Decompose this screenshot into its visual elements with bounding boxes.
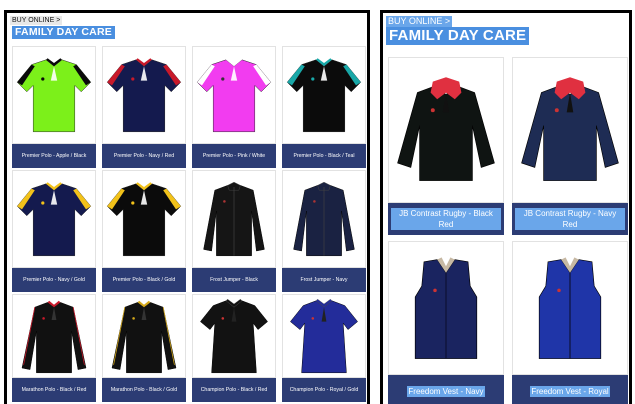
breadcrumb-buy-online[interactable]: BUY ONLINE > (386, 16, 453, 27)
product-image[interactable] (512, 57, 628, 203)
ladies-polo-icon (290, 298, 358, 374)
product-card[interactable]: Frost Jumper - Navy (282, 170, 366, 292)
product-image[interactable] (282, 294, 366, 378)
product-image[interactable] (282, 170, 366, 268)
product-image[interactable] (12, 170, 96, 268)
product-image[interactable] (102, 46, 186, 144)
vest-icon (414, 257, 478, 359)
product-label-text: JB Contrast Rugby - Navy Red (515, 208, 625, 230)
polo-shirt-icon (196, 58, 272, 133)
product-card[interactable]: Marathon Polo - Black / Gold (102, 294, 186, 402)
rugby-top-icon (397, 77, 495, 181)
product-label[interactable]: Premier Polo - Pink / White (192, 144, 276, 168)
polo-shirt-icon (106, 58, 182, 133)
product-image[interactable] (192, 294, 276, 378)
product-image[interactable] (512, 241, 628, 375)
product-label[interactable]: Premier Polo - Black / Gold (102, 268, 186, 292)
product-card[interactable]: Champion Polo - Black / Red (192, 294, 276, 402)
product-image[interactable] (282, 46, 366, 144)
polo-shirt-icon (16, 182, 92, 257)
product-card[interactable]: Premier Polo - Black / Teal (282, 46, 366, 168)
product-card[interactable]: Premier Polo - Black / Gold (102, 170, 186, 292)
product-card[interactable]: Premier Polo - Navy / Red (102, 46, 186, 168)
product-image[interactable] (388, 241, 504, 375)
jumper-icon (293, 181, 355, 257)
rugby-top-icon (521, 77, 619, 181)
product-card[interactable]: JB Contrast Rugby - Black Red (388, 57, 504, 235)
product-label[interactable]: Premier Polo - Navy / Gold (12, 268, 96, 292)
polo-shirt-icon (16, 58, 92, 133)
product-label[interactable]: Premier Polo - Navy / Red (102, 144, 186, 168)
product-label[interactable]: JB Contrast Rugby - Black Red (388, 203, 504, 235)
product-image[interactable] (12, 294, 96, 378)
product-card[interactable]: Premier Polo - Apple / Black (12, 46, 96, 168)
product-label[interactable]: Marathon Polo - Black / Red (12, 378, 96, 402)
product-label[interactable]: Champion Polo - Royal / Gold (282, 378, 366, 402)
vest-icon (538, 257, 602, 359)
ladies-polo-icon (200, 298, 268, 374)
product-label-text: Freedom Vest - Navy (407, 385, 485, 397)
polo-shirt-icon (106, 182, 182, 257)
product-card[interactable]: Frost Jumper - Black (192, 170, 276, 292)
product-image[interactable] (102, 170, 186, 268)
product-card[interactable]: Freedom Vest - Navy (388, 241, 504, 404)
product-label[interactable]: Freedom Vest - Navy (388, 375, 504, 404)
left-catalog-panel: BUY ONLINE > FAMILY DAY CARE Premier Pol… (4, 10, 370, 404)
long-sleeve-polo-icon (111, 300, 177, 374)
product-card[interactable]: Marathon Polo - Black / Red (12, 294, 96, 402)
page-title: FAMILY DAY CARE (386, 27, 530, 45)
product-image[interactable] (192, 170, 276, 268)
product-label-text: Freedom Vest - Royal (530, 385, 610, 397)
product-label[interactable]: Champion Polo - Black / Red (192, 378, 276, 402)
product-label[interactable]: JB Contrast Rugby - Navy Red (512, 203, 628, 235)
jumper-icon (203, 181, 265, 257)
product-image[interactable] (12, 46, 96, 144)
product-label[interactable]: Premier Polo - Black / Teal (282, 144, 366, 168)
product-card[interactable]: JB Contrast Rugby - Navy Red (512, 57, 628, 235)
page-title: FAMILY DAY CARE (12, 26, 115, 39)
product-label[interactable]: Freedom Vest - Royal (512, 375, 628, 404)
product-card[interactable]: Champion Polo - Royal / Gold (282, 294, 366, 402)
product-image[interactable] (388, 57, 504, 203)
product-card[interactable]: Premier Polo - Pink / White (192, 46, 276, 168)
polo-shirt-icon (286, 58, 362, 133)
product-label[interactable]: Premier Polo - Apple / Black (12, 144, 96, 168)
product-label[interactable]: Frost Jumper - Navy (282, 268, 366, 292)
product-label-text: JB Contrast Rugby - Black Red (391, 208, 501, 230)
product-image[interactable] (192, 46, 276, 144)
product-card[interactable]: Premier Polo - Navy / Gold (12, 170, 96, 292)
breadcrumb-buy-online[interactable]: BUY ONLINE > (10, 16, 63, 25)
product-label[interactable]: Frost Jumper - Black (192, 268, 276, 292)
product-card[interactable]: Freedom Vest - Royal (512, 241, 628, 404)
product-label[interactable]: Marathon Polo - Black / Gold (102, 378, 186, 402)
right-catalog-panel: BUY ONLINE > FAMILY DAY CARE JB Contrast… (380, 10, 632, 404)
long-sleeve-polo-icon (21, 300, 87, 374)
product-image[interactable] (102, 294, 186, 378)
